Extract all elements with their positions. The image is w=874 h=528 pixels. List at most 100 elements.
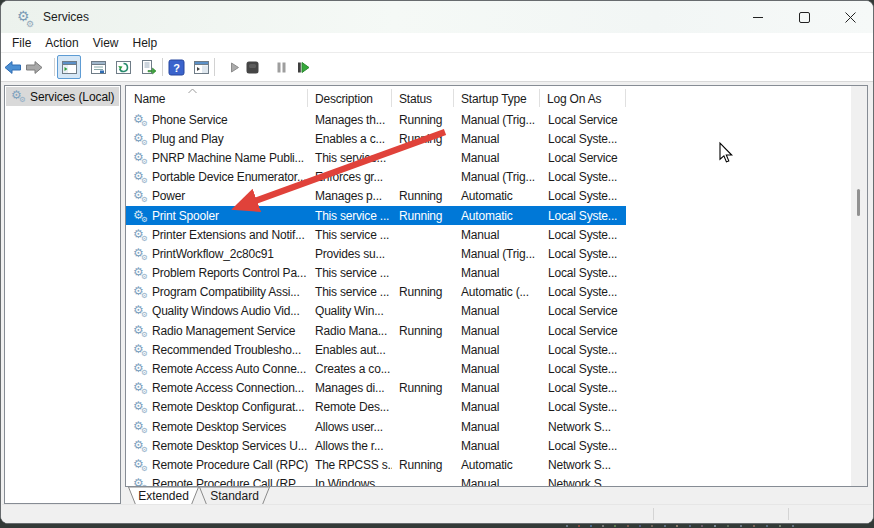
table-row[interactable]: ⚙⚙Printer Extensions and Notif...This se… (126, 225, 626, 244)
svg-text:?: ? (173, 61, 180, 73)
service-description: Allows the r... (308, 436, 392, 455)
stop-service-button[interactable] (240, 55, 264, 79)
restart-service-button[interactable] (291, 55, 315, 79)
service-log-on-as: Local Syste... (540, 225, 626, 244)
table-row[interactable]: ⚙⚙Remote Desktop Services U...Allows the… (126, 436, 626, 455)
service-status: Running (392, 187, 454, 206)
window-controls (735, 1, 873, 33)
service-description: This service ... (308, 206, 392, 225)
service-name: ⚙⚙Printer Extensions and Notif... (126, 225, 308, 244)
table-row[interactable]: ⚙⚙Remote Access Connection...Manages di.… (126, 379, 626, 398)
tab-label: Extended (128, 489, 199, 503)
toolbar-separator (214, 58, 215, 76)
table-row[interactable]: ⚙⚙PowerManages p...RunningAutomaticLocal… (126, 187, 626, 206)
minimize-button[interactable] (735, 1, 781, 33)
service-startup-type: Automatic (454, 206, 540, 225)
service-name: ⚙⚙Program Compatibility Assi... (126, 283, 308, 302)
column-header-name[interactable]: Name (126, 86, 308, 110)
service-startup-type: Automatic (... (454, 283, 540, 302)
status-divider (788, 508, 789, 520)
table-row[interactable]: ⚙⚙PrintWorkflow_2c80c91Provides su...Man… (126, 244, 626, 263)
vertical-scrollbar[interactable] (851, 86, 867, 486)
service-status (392, 398, 454, 417)
menu-file[interactable]: File (5, 36, 38, 50)
service-startup-type: Manual (Trig... (454, 110, 540, 129)
service-startup-type: Manual (454, 417, 540, 436)
service-status: Running (392, 129, 454, 148)
table-row[interactable]: ⚙⚙Remote Desktop ServicesAllows user...M… (126, 417, 626, 436)
column-header-status[interactable]: Status (392, 86, 454, 110)
service-gear-icon: ⚙⚙ (133, 438, 150, 454)
export-list-button[interactable] (136, 55, 160, 79)
tab-extended[interactable]: Extended (128, 487, 199, 505)
column-header-description[interactable]: Description (308, 86, 392, 110)
table-row[interactable]: ⚙⚙Remote Access Auto Conne...Creates a c… (126, 359, 626, 378)
service-status: Running (392, 379, 454, 398)
pause-service-button[interactable] (269, 55, 293, 79)
properties-button[interactable] (86, 55, 110, 79)
content-area: ⚙⚙ Services (Local) NameDescriptionStatu… (1, 82, 873, 523)
service-description: This service ... (308, 264, 392, 283)
menu-help[interactable]: Help (126, 36, 165, 50)
service-status (392, 264, 454, 283)
help-button[interactable]: ? (164, 55, 188, 79)
service-name: ⚙⚙Remote Procedure Call (RP... (126, 475, 308, 486)
console-tree-panel: ⚙⚙ Services (Local) (4, 85, 121, 504)
scrollbar-thumb[interactable] (857, 189, 860, 216)
service-description: Enables a c... (308, 129, 392, 148)
service-gear-icon: ⚙⚙ (133, 476, 150, 486)
services-list-panel: NameDescriptionStatusStartup TypeLog On … (125, 85, 868, 487)
toolbar-separator (162, 58, 163, 76)
services-window: ⚙⚙ Services FileActionViewHelp ? ⚙⚙ Serv… (0, 0, 874, 524)
refresh-button[interactable] (111, 55, 135, 79)
column-header-startup-type[interactable]: Startup Type (454, 86, 540, 110)
service-status (392, 359, 454, 378)
table-row[interactable]: ⚙⚙Remote Procedure Call (RP...In Windows… (126, 475, 626, 486)
titlebar: ⚙⚙ Services (1, 1, 873, 33)
service-status: Running (392, 206, 454, 225)
table-row[interactable]: ⚙⚙Problem Reports Control Pa...This serv… (126, 264, 626, 283)
service-name: ⚙⚙Remote Desktop Configurat... (126, 398, 308, 417)
table-row[interactable]: ⚙⚙Quality Windows Audio Vid...Quality Wi… (126, 302, 626, 321)
service-log-on-as: Local Syste... (540, 264, 626, 283)
table-row[interactable]: ⚙⚙Program Compatibility Assi...This serv… (126, 283, 626, 302)
close-button[interactable] (827, 1, 873, 33)
forward-button[interactable] (22, 55, 46, 79)
table-row[interactable]: ⚙⚙Portable Device Enumerator...Enforces … (126, 168, 626, 187)
service-status (392, 302, 454, 321)
service-startup-type: Manual (454, 264, 540, 283)
service-startup-type: Manual (454, 129, 540, 148)
show-action-pane-button[interactable] (189, 55, 213, 79)
table-row[interactable]: ⚙⚙Remote Desktop Configurat...Remote Des… (126, 398, 626, 417)
service-log-on-as: Network S... (540, 475, 626, 486)
service-status: Running (392, 110, 454, 129)
table-row[interactable]: ⚙⚙Remote Procedure Call (RPC)The RPCSS s… (126, 455, 626, 474)
service-log-on-as: Network S... (540, 455, 626, 474)
service-log-on-as: Local Service (540, 148, 626, 167)
table-row[interactable]: ⚙⚙Print SpoolerThis service ...RunningAu… (126, 206, 626, 225)
service-name: ⚙⚙Recommended Troublesho... (126, 340, 308, 359)
tab-standard[interactable]: Standard (199, 487, 270, 505)
service-startup-type: Manual (454, 148, 540, 167)
service-status: Running (392, 321, 454, 340)
service-description: Manages di... (308, 379, 392, 398)
menu-view[interactable]: View (86, 36, 126, 50)
service-description: In Windows... (308, 475, 392, 486)
table-row[interactable]: ⚙⚙Phone ServiceManages th...RunningManua… (126, 110, 626, 129)
table-row[interactable]: ⚙⚙PNRP Machine Name Publi...This service… (126, 148, 626, 167)
menu-action[interactable]: Action (38, 36, 85, 50)
sidebar-item-services-local[interactable]: ⚙⚙ Services (Local) (6, 87, 119, 106)
status-divider (653, 508, 654, 520)
maximize-button[interactable] (781, 1, 827, 33)
service-description: Quality Win... (308, 302, 392, 321)
column-header-log-on-as[interactable]: Log On As (540, 86, 626, 110)
table-row[interactable]: ⚙⚙Recommended Troublesho...Enables aut..… (126, 340, 626, 359)
service-log-on-as: Local Syste... (540, 379, 626, 398)
table-row[interactable]: ⚙⚙Radio Management ServiceRadio Mana...R… (126, 321, 626, 340)
service-description: Manages p... (308, 187, 392, 206)
services-gears-icon: ⚙⚙ (17, 8, 35, 26)
show-console-tree-button[interactable] (57, 55, 81, 79)
service-status (392, 475, 454, 486)
service-table-body: ⚙⚙Phone ServiceManages th...RunningManua… (126, 110, 851, 486)
table-row[interactable]: ⚙⚙Plug and PlayEnables a c...RunningManu… (126, 129, 626, 148)
